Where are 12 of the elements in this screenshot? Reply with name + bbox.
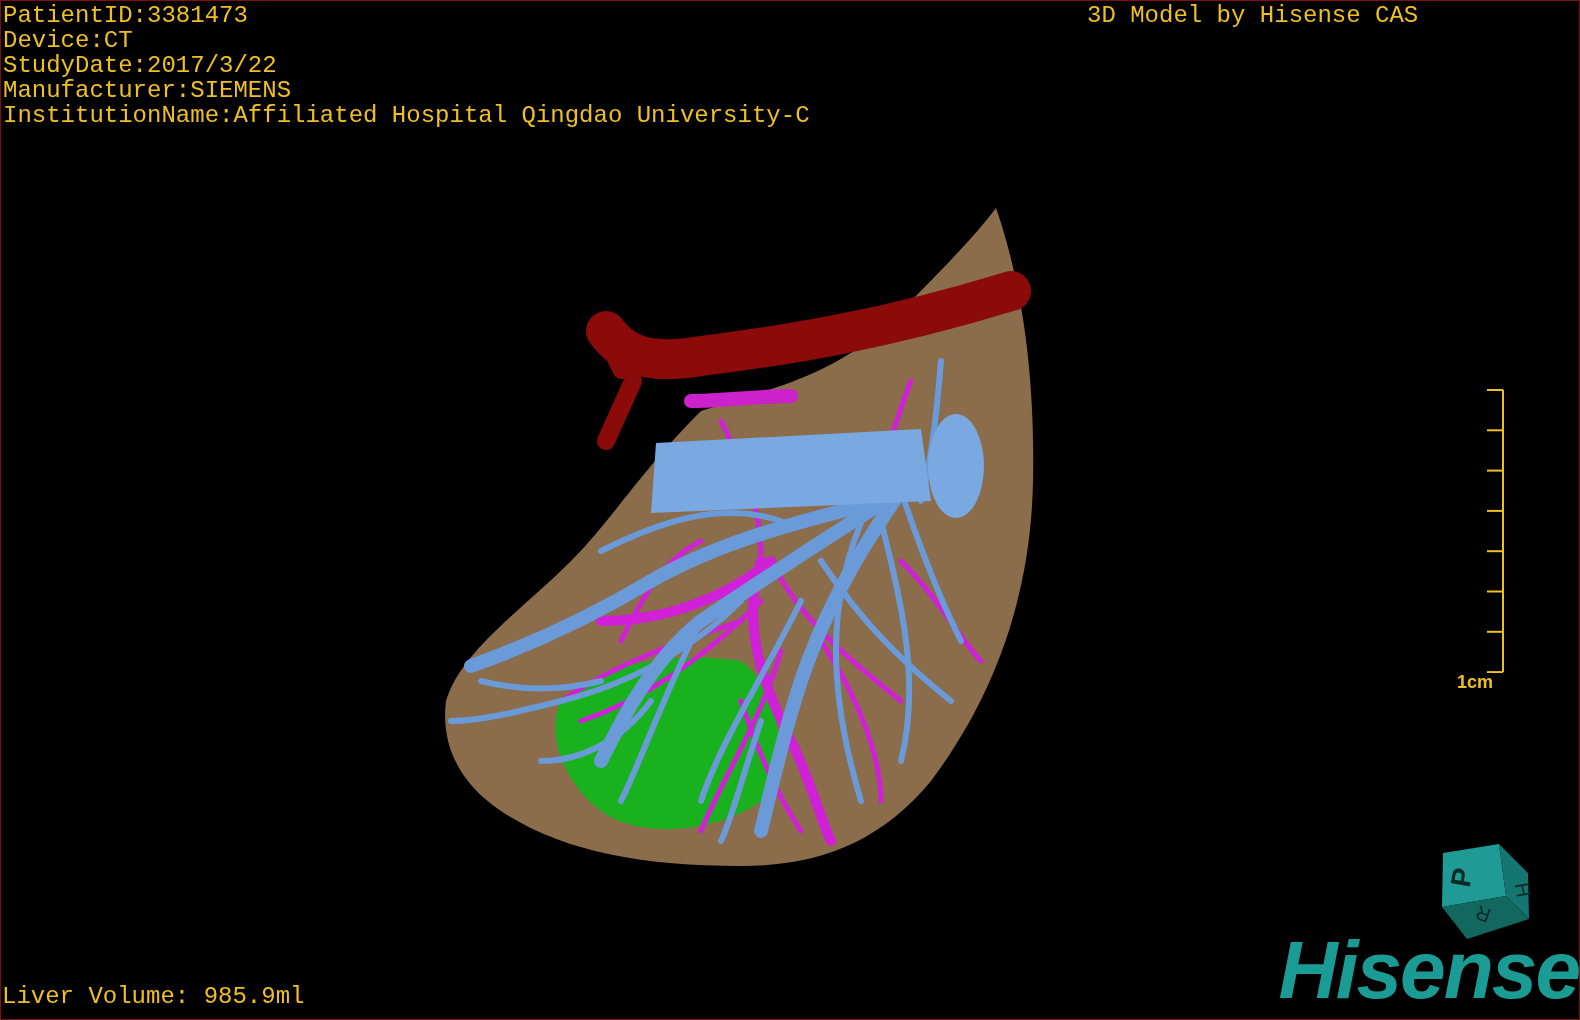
cube-face-label: R xyxy=(1472,901,1494,927)
liver-volume-text: Liver Volume: 985.9ml xyxy=(2,984,305,1009)
cube-face-label: P xyxy=(1444,865,1479,890)
patient-info-text: InstitutionName:Affiliated Hospital Qingdao University-C xyxy=(3,103,810,128)
patient-info-text: PatientID:3381473 xyxy=(3,3,249,28)
patient-info-text: Manufacturer:SIEMENS xyxy=(3,78,293,103)
patient-info-text: StudyDate:2017/3/22 xyxy=(3,53,278,78)
patient-info-text: Device:CT xyxy=(3,28,134,53)
scale-bar-label: 1cm xyxy=(1457,672,1494,692)
cube-face-label: H xyxy=(1510,880,1531,899)
viewer-title: 3D Model by Hisense CAS xyxy=(1087,3,1419,28)
logo-wordmark: Hisense xyxy=(1278,929,1579,1011)
